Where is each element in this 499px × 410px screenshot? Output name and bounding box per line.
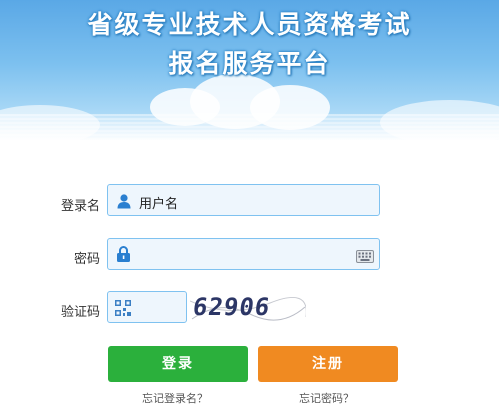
captcha-image[interactable]: 62906 [190,289,306,327]
password-field[interactable] [107,238,380,270]
password-label: 密码 [73,252,100,267]
username-label: 登录名 [60,199,100,214]
forgot-username-link[interactable]: 忘记登录名？ [142,390,208,406]
keyboard-icon[interactable] [356,248,374,267]
header-banner: 省级专业技术人员资格考试 报名服务平台 [0,0,499,140]
username-value: 用户名 [139,197,179,212]
page-subtitle: 报名服务平台 [168,49,331,78]
register-button[interactable]: 注册 [258,346,398,382]
login-button[interactable]: 登录 [108,346,248,382]
forgot-password-link[interactable]: 忘记密码？ [299,390,354,406]
wave-decoration [0,114,499,140]
captcha-field[interactable] [107,291,187,323]
lock-icon [116,246,131,267]
captcha-label: 验证码 [60,305,100,320]
username-field[interactable]: 用户名 [107,184,380,216]
user-icon [116,193,132,213]
captcha-icon [115,300,131,320]
captcha-image-text: 62906 [191,293,273,321]
page-title: 省级专业技术人员资格考试 [87,10,412,39]
